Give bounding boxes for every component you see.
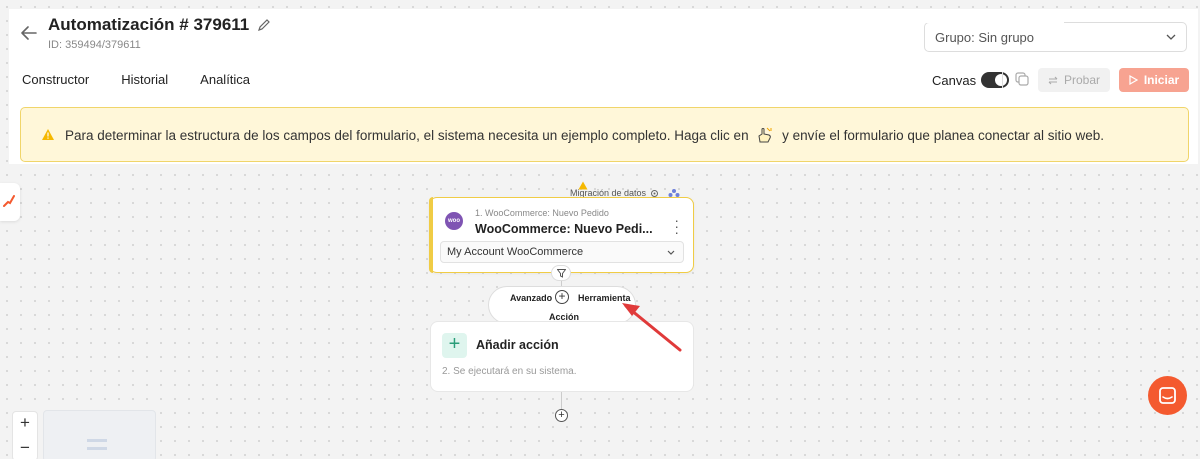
group-select-value: Grupo: Sin grupo: [935, 30, 1035, 45]
tab-historial[interactable]: Historial: [121, 72, 168, 87]
add-action-hint: 2. Se ejecutará en su sistema.: [442, 366, 577, 377]
copy-icon[interactable]: [1014, 71, 1030, 87]
account-select[interactable]: My Account WooCommerce: [440, 241, 684, 263]
add-step-menu: Avanzado + Herramienta Acción: [488, 286, 636, 324]
iniciar-label: Iniciar: [1143, 73, 1180, 87]
warning-icon: [42, 129, 54, 140]
add-step-plus-icon[interactable]: +: [555, 290, 569, 304]
add-tool-option[interactable]: Herramienta: [578, 293, 631, 303]
woocommerce-logo-icon: woo: [445, 212, 463, 230]
play-icon: [1129, 75, 1138, 85]
add-action-title: Añadir acción: [476, 338, 559, 352]
more-vertical-icon[interactable]: · · ·: [674, 213, 679, 239]
tab-bar: Constructor Historial Analítica: [22, 72, 282, 87]
hand-click-icon: [758, 127, 772, 142]
filter-button[interactable]: [551, 265, 571, 281]
minimap-node: [87, 439, 107, 442]
probar-label: Probar: [1063, 73, 1101, 87]
group-select-overlap: [924, 9, 1064, 23]
zoom-controls: + −: [12, 411, 38, 459]
alert-text: Para determinar la estructura de los cam…: [65, 127, 1104, 143]
tab-constructor[interactable]: Constructor: [22, 72, 89, 87]
chevron-down-icon: [1166, 34, 1176, 40]
probar-button[interactable]: Probar: [1038, 68, 1110, 92]
path-tool-icon: [3, 195, 15, 207]
add-advanced-option[interactable]: Avanzado: [510, 293, 552, 303]
back-arrow-icon[interactable]: [21, 26, 39, 40]
canvas-switch[interactable]: [981, 72, 1010, 88]
minimap[interactable]: [43, 410, 156, 459]
zoom-in-button[interactable]: +: [13, 412, 37, 436]
toolbar-divider: [1002, 72, 1003, 88]
trigger-step-label: 1. WooCommerce: Nuevo Pedido: [475, 208, 609, 218]
group-select[interactable]: Grupo: Sin grupo: [924, 22, 1187, 52]
side-tool-button[interactable]: [0, 183, 20, 221]
alert-text-after: y envíe el formulario que planea conecta…: [782, 127, 1105, 143]
filter-icon: [557, 269, 566, 278]
alert-text-before: Para determinar la estructura de los cam…: [65, 127, 749, 143]
account-select-value: My Account WooCommerce: [447, 246, 584, 258]
transfer-icon: [1048, 76, 1058, 84]
plus-icon: +: [442, 333, 467, 358]
iniciar-button[interactable]: Iniciar: [1119, 68, 1189, 92]
title-row: Automatización # 379611: [48, 15, 271, 35]
add-action-card[interactable]: + Añadir acción 2. Se ejecutará en su si…: [430, 321, 694, 392]
page-title: Automatización # 379611: [48, 15, 250, 34]
minimap-node: [87, 447, 107, 450]
trigger-card[interactable]: woo 1. WooCommerce: Nuevo Pedido WooComm…: [429, 197, 694, 273]
trigger-title: WooCommerce: Nuevo Pedi...: [475, 222, 653, 236]
tab-analitica[interactable]: Analítica: [200, 72, 250, 87]
trigger-accent-bar: [429, 197, 433, 273]
canvas-label: Canvas: [932, 72, 977, 88]
chat-icon: [1159, 387, 1176, 404]
zoom-out-button[interactable]: −: [13, 437, 37, 459]
pencil-icon[interactable]: [257, 18, 271, 32]
canvas-toggle[interactable]: Canvas: [932, 72, 1010, 88]
add-step-plus-icon[interactable]: +: [555, 409, 568, 422]
chevron-down-icon: [667, 250, 675, 255]
automation-id: ID: 359494/379611: [48, 39, 141, 51]
form-sample-alert: Para determinar la estructura de los cam…: [20, 107, 1189, 162]
chat-button[interactable]: [1148, 376, 1187, 415]
header-panel: Automatización # 379611 ID: 359494/37961…: [9, 9, 1198, 164]
